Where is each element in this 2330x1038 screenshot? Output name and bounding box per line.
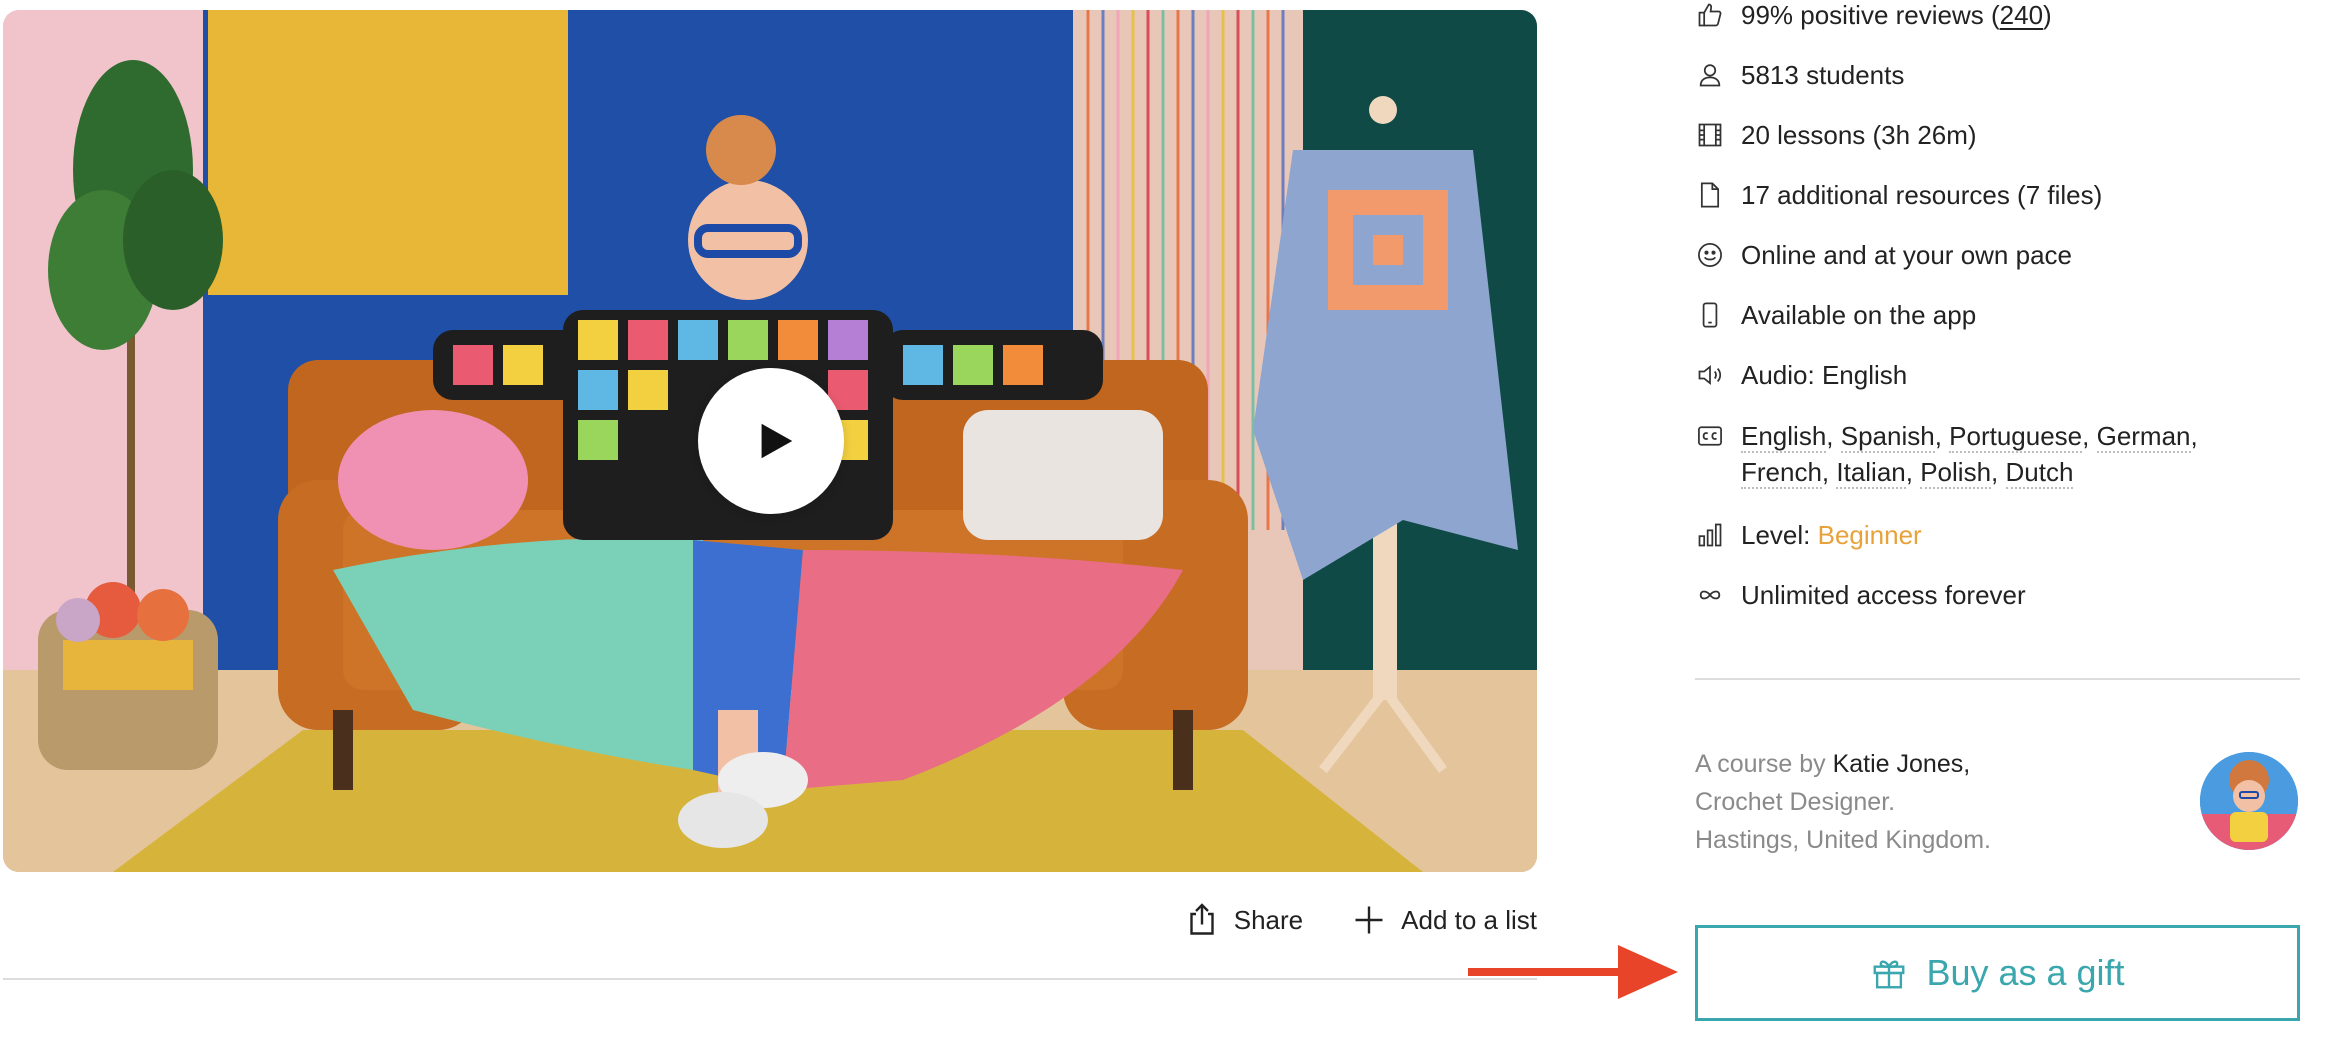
share-label: Share — [1233, 904, 1304, 935]
smile-icon — [1695, 237, 1725, 273]
feature-students: 5813 students — [1695, 57, 1904, 93]
plus-icon — [1355, 906, 1383, 934]
feature-resources: 17 additional resources (7 files) — [1695, 177, 2102, 213]
subtitle-languages: English, Spanish, Portuguese, German, Fr… — [1741, 421, 2198, 489]
video-actions: Share Add to a list — [1184, 902, 1537, 938]
course-author: A course by Katie Jones, Crochet Designe… — [1695, 745, 1991, 859]
level-text: Level: Beginner — [1741, 520, 1922, 550]
reviews-count-link[interactable]: 240 — [2000, 0, 2043, 30]
share-button[interactable]: Share — [1184, 902, 1303, 938]
author-line: A course by Katie Jones, — [1695, 750, 1971, 778]
access-text: Unlimited access forever — [1741, 580, 2026, 610]
speaker-icon — [1695, 357, 1725, 393]
audio-text: Audio: English — [1741, 360, 1908, 390]
feature-lessons: 20 lessons (3h 26m) — [1695, 117, 1977, 153]
avatar[interactable] — [2200, 752, 2298, 850]
thumbs-up-icon — [1695, 0, 1725, 33]
divider — [1695, 678, 2300, 680]
subtitle-language: Dutch — [2005, 457, 2074, 489]
feature-subtitles: English, Spanish, Portuguese, German, Fr… — [1695, 418, 2261, 490]
author-location: Hastings, United Kingdom. — [1695, 826, 1991, 854]
lessons-text: 20 lessons (3h 26m) — [1741, 120, 1977, 150]
subtitle-language: German — [2096, 421, 2191, 453]
share-icon — [1190, 903, 1214, 935]
film-icon — [1695, 117, 1725, 153]
subtitle-language: English — [1741, 421, 1827, 453]
user-icon — [1695, 57, 1725, 93]
subtitle-language: Portuguese — [1949, 421, 2083, 453]
buy-as-gift-button[interactable]: Buy as a gift — [1695, 925, 2300, 1021]
file-icon — [1695, 177, 1725, 213]
course-video-thumbnail[interactable] — [3, 10, 1537, 872]
infinity-icon — [1695, 577, 1725, 613]
phone-icon — [1695, 297, 1725, 333]
app-text: Available on the app — [1741, 300, 1977, 330]
feature-level: Level: Beginner — [1695, 517, 1922, 553]
bar-chart-icon — [1695, 517, 1725, 553]
feature-access: Unlimited access forever — [1695, 577, 2026, 613]
feature-app: Available on the app — [1695, 297, 1976, 333]
subtitle-language: French — [1741, 457, 1822, 489]
author-role: Crochet Designer. — [1695, 788, 1896, 816]
add-to-list-label: Add to a list — [1401, 904, 1537, 935]
play-button[interactable] — [698, 368, 844, 514]
feature-pace: Online and at your own pace — [1695, 237, 2072, 273]
divider — [3, 978, 1537, 980]
arrow-right-icon — [1468, 945, 1678, 999]
gift-label: Buy as a gift — [1926, 952, 2125, 993]
level-value: Beginner — [1817, 520, 1922, 550]
resources-text: 17 additional resources (7 files) — [1741, 180, 2103, 210]
reviews-text: 99% positive reviews (240) — [1741, 0, 2052, 30]
feature-audio: Audio: English — [1695, 357, 1907, 393]
pace-text: Online and at your own pace — [1741, 240, 2072, 270]
subtitle-language: Polish — [1920, 457, 1992, 489]
gift-icon — [1874, 960, 1905, 989]
author-name[interactable]: Katie Jones, — [1833, 750, 1971, 778]
add-to-list-button[interactable]: Add to a list — [1351, 902, 1537, 938]
play-icon — [761, 423, 793, 459]
students-text: 5813 students — [1741, 60, 1905, 90]
feature-reviews: 99% positive reviews (240) — [1695, 0, 2052, 33]
subtitle-language: Italian — [1836, 457, 1906, 489]
subtitle-language: Spanish — [1840, 421, 1935, 453]
cc-icon — [1695, 418, 1725, 454]
